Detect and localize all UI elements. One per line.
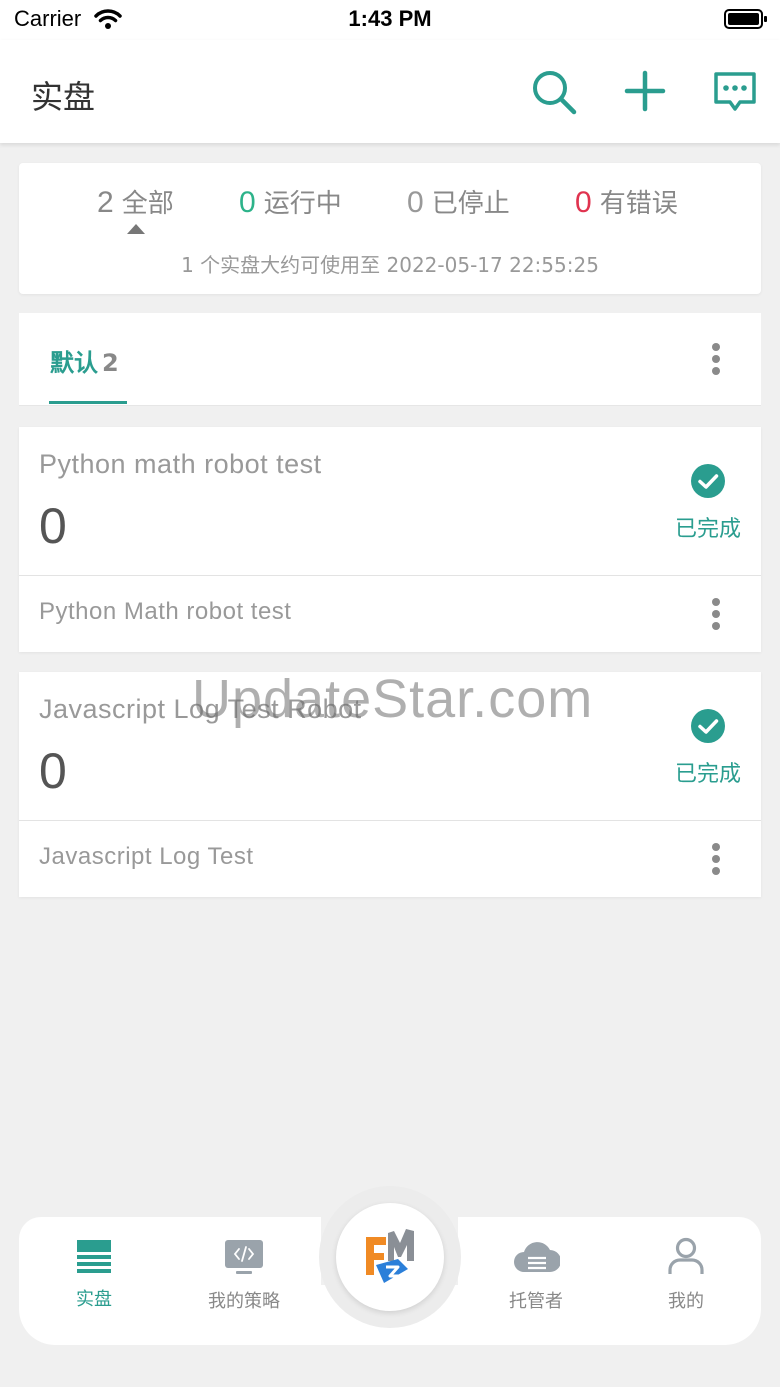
fmz-logo-icon [366, 1229, 414, 1283]
filter-error[interactable]: 0 有错误 [575, 183, 678, 220]
stat-count: 0 [239, 186, 256, 219]
filter-all[interactable]: 2 全部 [97, 183, 174, 220]
robot-card: Javascript Log Test Robot 0 已完成 Javascri… [19, 672, 761, 897]
nav-label: 我的 [668, 1291, 704, 1312]
message-icon[interactable] [712, 68, 758, 119]
stat-label: 已停止 [431, 189, 510, 219]
user-icon [668, 1237, 704, 1274]
bottom-nav-hosts[interactable]: 托管者 [486, 1236, 586, 1313]
live-trading-icon [77, 1240, 111, 1273]
nav-label: 托管者 [509, 1291, 563, 1312]
robot-description: Javascript Log Test [39, 843, 254, 870]
usage-note: 1 个实盘大约可使用至 2022-05-17 22:55:25 [181, 253, 599, 277]
more-options-icon[interactable] [701, 339, 731, 379]
check-circle-icon [691, 464, 725, 503]
status-bar: Carrier 1:43 PM [0, 0, 780, 40]
robot-card: Python math robot test 0 已完成 Python Math… [19, 427, 761, 652]
group-tab-bar: 默认 2 [19, 313, 761, 406]
robot-value: 0 [39, 498, 67, 554]
tab-default[interactable]: 默认 2 [50, 343, 119, 378]
cloud-icon [514, 1242, 561, 1272]
robot-card-header[interactable]: Javascript Log Test Robot 0 已完成 [19, 672, 761, 821]
robot-status: 已完成 [675, 517, 742, 542]
stat-label: 全部 [121, 189, 174, 219]
code-strategy-icon [225, 1240, 263, 1274]
stat-count: 0 [407, 186, 424, 219]
active-tab-underline [49, 401, 127, 404]
tab-label: 默认 [50, 349, 98, 377]
robot-value: 0 [39, 743, 67, 799]
stat-count: 2 [97, 186, 114, 219]
summary-card: 2 全部 0 运行中 0 已停止 0 有错误 1 个实盘大约可使用至 2022-05-1… [19, 163, 761, 294]
app-header: 实盘 [0, 40, 780, 143]
bottom-nav-strategies[interactable]: 我的策略 [194, 1236, 294, 1313]
add-icon[interactable] [622, 68, 668, 119]
more-options-icon[interactable] [701, 839, 731, 879]
filter-stopped[interactable]: 0 已停止 [407, 183, 510, 220]
robot-card-footer: Python Math robot test [19, 576, 761, 652]
robot-description: Python Math robot test [39, 598, 292, 625]
check-circle-icon [691, 709, 725, 748]
robot-name: Javascript Log Test Robot [39, 694, 362, 724]
robot-status: 已完成 [675, 762, 742, 787]
filter-running[interactable]: 0 运行中 [239, 183, 342, 220]
stat-label: 有错误 [599, 189, 678, 219]
clock: 1:43 PM [348, 6, 432, 31]
fmz-logo-button[interactable] [336, 1203, 444, 1311]
robot-name: Python math robot test [39, 449, 322, 479]
tab-count: 2 [102, 349, 119, 377]
stat-label: 运行中 [263, 189, 342, 219]
nav-label: 我的策略 [208, 1291, 280, 1312]
selected-filter-indicator [127, 224, 145, 234]
robot-card-footer: Javascript Log Test [19, 821, 761, 897]
robot-card-header[interactable]: Python math robot test 0 已完成 [19, 427, 761, 576]
more-options-icon[interactable] [701, 594, 731, 634]
page-title: 实盘 [31, 78, 96, 116]
battery-icon [724, 8, 768, 35]
bottom-nav-profile[interactable]: 我的 [636, 1236, 736, 1313]
bottom-nav-live[interactable]: 实盘 [44, 1236, 144, 1311]
search-icon[interactable] [530, 68, 578, 121]
stat-count: 0 [575, 186, 592, 219]
nav-label: 实盘 [76, 1289, 112, 1310]
